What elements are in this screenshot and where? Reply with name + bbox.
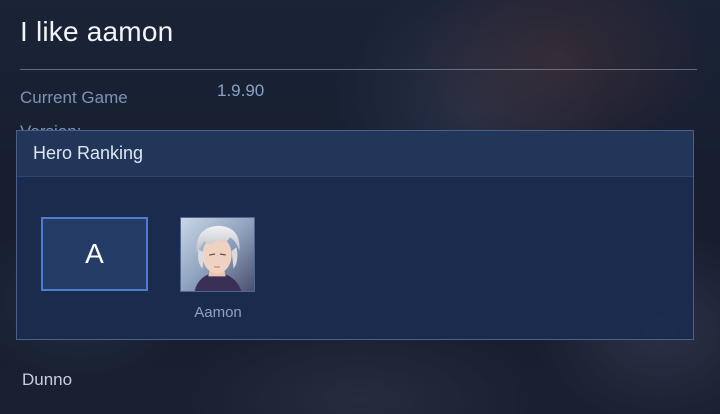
page-title: I like aamon — [20, 16, 174, 47]
title-divider — [20, 69, 697, 70]
hero-ranking-panel: Hero Ranking A Aamon — [16, 130, 694, 340]
tier-label: A — [85, 238, 104, 269]
hero-aamon-portrait-icon — [180, 217, 255, 292]
hero-card[interactable]: Aamon — [180, 217, 256, 321]
hero-name: Aamon — [194, 304, 242, 321]
game-version-value: 1.9.90 — [217, 81, 265, 100]
panel-header: Hero Ranking — [17, 131, 693, 177]
tier-badge[interactable]: A — [41, 217, 148, 291]
footer-note: Dunno — [22, 370, 73, 389]
